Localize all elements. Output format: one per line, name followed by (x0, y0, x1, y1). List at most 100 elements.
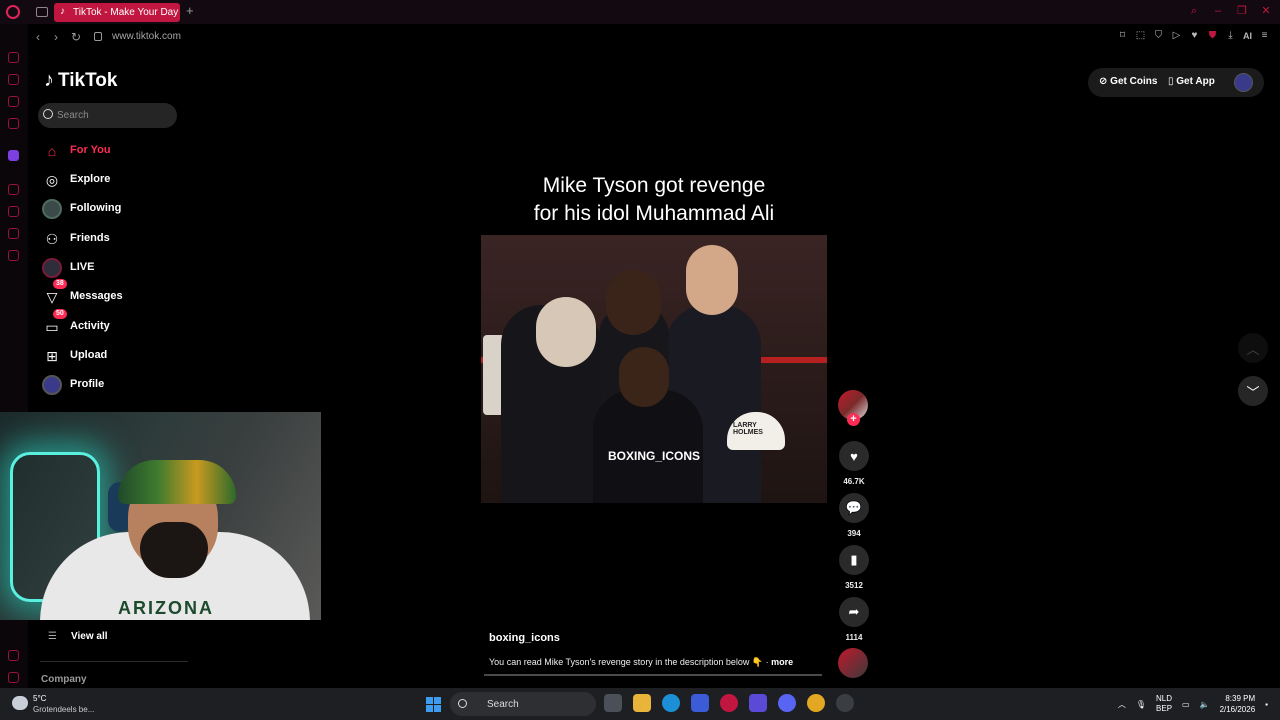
share-action[interactable]: ➦ 1114 (838, 597, 870, 642)
maximize-icon[interactable]: ❐ (1236, 5, 1248, 17)
tiktok-favicon-icon: ♪ (60, 6, 65, 17)
nav-item-upload[interactable]: ⊞ Upload (40, 344, 200, 368)
sidebar-divider (40, 661, 188, 662)
vpn-icon[interactable]: ⛊ (1207, 30, 1218, 41)
task-view-icon[interactable] (604, 694, 622, 712)
search-tabs-icon[interactable]: ⌕ (1188, 5, 1200, 17)
more-link[interactable]: more (771, 657, 793, 667)
discord-icon[interactable] (778, 694, 796, 712)
like-action[interactable]: ♥ 46.7K (838, 441, 870, 486)
shopping-icon[interactable] (8, 74, 19, 85)
chevron-down-icon: ﹀ (1246, 384, 1260, 400)
minimize-icon[interactable]: – (1212, 5, 1224, 17)
taskbar-search[interactable]: Search (450, 692, 596, 716)
play-icon[interactable]: ▷ (1171, 30, 1182, 41)
clock[interactable]: 8:39 PM 2/16/2026 (1220, 693, 1256, 715)
ai-button[interactable]: AI (1243, 31, 1252, 41)
edge-icon[interactable] (662, 694, 680, 712)
video-player[interactable]: LARRY HOLMES BOXING_ICONS (481, 235, 827, 503)
url-field[interactable]: www.tiktok.com (112, 31, 181, 42)
download-icon[interactable]: ⤓ (1225, 30, 1236, 41)
crypto-wallet-icon[interactable] (8, 118, 19, 129)
share-icon[interactable]: ➦ (839, 597, 869, 627)
bookmark-icon[interactable]: ▮ (839, 545, 869, 575)
following-avatar-icon (42, 199, 62, 219)
comment-count: 394 (847, 529, 861, 538)
user-avatar[interactable] (1234, 73, 1253, 92)
creator-avatar[interactable]: + (838, 390, 868, 426)
close-icon[interactable]: ✕ (1260, 5, 1272, 17)
language-code: NLD (1156, 694, 1173, 703)
weather-cloud-icon[interactable] (12, 696, 28, 710)
settings-icon[interactable] (8, 250, 19, 261)
steam-icon[interactable] (836, 694, 854, 712)
profile-icon (42, 375, 62, 395)
player-icon[interactable] (8, 184, 19, 195)
nav-item-activity[interactable]: ▭ 50 Activity (40, 309, 200, 339)
previous-video-button[interactable]: ︿ (1238, 333, 1268, 363)
streamer-cap (118, 460, 236, 504)
snapshot-icon[interactable]: ⬚ (1135, 30, 1146, 41)
shield-icon[interactable]: ⛉ (1153, 30, 1164, 41)
next-video-button[interactable]: ﹀ (1238, 376, 1268, 406)
nav-item-messages[interactable]: ▽ 38 Messages (40, 279, 200, 309)
nav-item-for-you[interactable]: ⌂ For You (40, 139, 200, 163)
author-name[interactable]: boxing_icons (489, 632, 560, 644)
video-progress-bar[interactable] (484, 674, 822, 676)
volume-icon[interactable]: 🔈 (1200, 700, 1210, 709)
messenger-icon[interactable] (8, 96, 19, 107)
nav-label: Activity (70, 320, 110, 332)
search-icon (458, 699, 467, 708)
aria-icon[interactable] (8, 52, 19, 63)
get-coins-button[interactable]: ⊘ Get Coins (1099, 76, 1157, 87)
opera-gx-icon[interactable] (720, 694, 738, 712)
language-indicator[interactable]: NLD BEP (1156, 694, 1172, 714)
comment-action[interactable]: 💬 394 (838, 493, 870, 538)
menu-icon[interactable]: ≡ (1259, 30, 1270, 41)
opera-logo-icon[interactable] (6, 5, 20, 19)
lock-icon[interactable] (94, 32, 102, 41)
weather-temp[interactable]: 5°C (33, 694, 46, 703)
network-icon[interactable]: ▭ (1182, 700, 1190, 709)
nav-item-live[interactable]: LIVE (40, 256, 200, 280)
history-icon[interactable] (8, 206, 19, 217)
new-tab-button[interactable]: + (186, 3, 194, 18)
weather-desc[interactable]: Grotendeels be... (33, 705, 94, 714)
nav-item-explore[interactable]: ◎ Explore (40, 168, 200, 192)
chrome-icon[interactable] (807, 694, 825, 712)
bookmark-icon[interactable]: ⌑ (1117, 30, 1128, 41)
keyboard-code: BEP (1156, 704, 1173, 713)
store-icon[interactable] (691, 694, 709, 712)
comment-icon[interactable]: 💬 (839, 493, 869, 523)
extensions-icon[interactable] (8, 228, 19, 239)
more-icon[interactable] (8, 672, 19, 683)
workspaces-icon[interactable] (36, 7, 48, 17)
sound-disc-icon[interactable] (838, 648, 868, 678)
nav-item-friends[interactable]: ⚇ Friends (40, 227, 200, 251)
windows-start-icon[interactable] (426, 697, 441, 712)
reload-icon[interactable]: ↻ (71, 30, 81, 44)
upload-icon: ⊞ (46, 347, 58, 364)
tiktok-logo[interactable]: ♪ TikTok (44, 69, 117, 92)
save-action[interactable]: ▮ 3512 (838, 545, 870, 590)
notifications-icon[interactable]: ▪ (1265, 700, 1268, 709)
get-app-button[interactable]: ▯ Get App (1168, 76, 1215, 87)
twitch-icon[interactable] (8, 150, 19, 161)
compass-icon: ◎ (45, 171, 59, 188)
video-app-icon[interactable] (749, 694, 767, 712)
forward-icon[interactable]: › (54, 30, 58, 44)
company-link[interactable]: Company (41, 674, 87, 685)
gx-icon[interactable] (8, 650, 19, 661)
nav-item-following[interactable]: Following (40, 197, 200, 221)
heart-icon[interactable]: ♥ (1189, 30, 1200, 41)
back-icon[interactable]: ‹ (36, 30, 40, 44)
view-all-button[interactable]: ☰ View all (48, 631, 108, 642)
browser-tab-tiktok[interactable]: ♪ TikTok - Make Your Day (54, 3, 180, 22)
heart-icon[interactable]: ♥ (839, 441, 869, 471)
follow-plus-icon[interactable]: + (847, 413, 860, 426)
nav-item-profile[interactable]: Profile (40, 373, 200, 397)
microphone-icon[interactable]: 🎙 (1136, 700, 1146, 709)
search-input[interactable]: Search (38, 103, 177, 128)
file-explorer-icon[interactable] (633, 694, 651, 712)
chevron-up-icon[interactable]: ︿ (1118, 699, 1126, 710)
